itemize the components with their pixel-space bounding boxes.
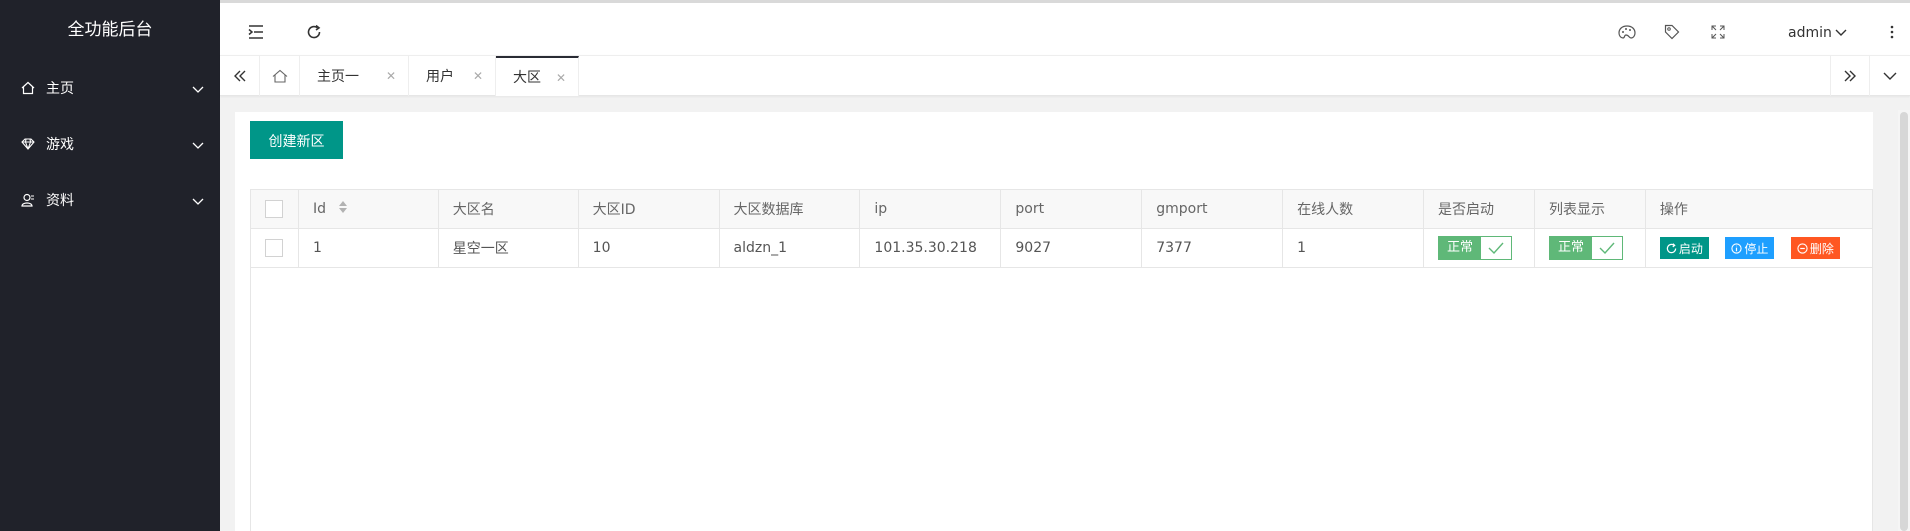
column-header-name: 大区名 (437, 189, 579, 229)
chevron-down-icon (192, 82, 204, 98)
top-header: admin (220, 0, 1910, 60)
tabs-bar: 主页一 ✕ 用户 ✕ 大区 ✕ (220, 55, 1910, 96)
display-switch[interactable]: 正常 (1548, 236, 1623, 260)
sidebar-item-data[interactable]: 资料 (0, 172, 220, 228)
user-name: admin (1788, 25, 1832, 41)
cell-zone-id: 10 (577, 228, 720, 268)
app-title: 全功能后台 (67, 20, 153, 40)
column-header-port: port (1000, 189, 1143, 229)
table-header-row: Id 大区名 大区ID 大区数据库 ip port gmport 在线人数 是否… (250, 189, 1874, 229)
close-icon[interactable]: ✕ (473, 69, 483, 83)
chevron-down-icon (192, 138, 204, 154)
info-icon (1731, 242, 1743, 254)
close-icon[interactable]: ✕ (556, 71, 566, 85)
minus-circle-icon (1797, 242, 1808, 254)
tab-label: 主页一 (317, 69, 359, 85)
close-icon[interactable]: ✕ (386, 69, 396, 83)
select-all-checkbox[interactable] (265, 200, 284, 218)
switch-label: 正常 (1549, 237, 1592, 259)
cell-enabled: 正常 (1422, 228, 1535, 268)
check-icon (1591, 237, 1622, 259)
check-icon (1481, 237, 1511, 259)
column-header-database: 大区数据库 (718, 189, 861, 229)
more-icon[interactable] (1880, 20, 1904, 44)
fullscreen-icon[interactable] (1706, 20, 1730, 44)
tab-user[interactable]: 用户 ✕ (409, 56, 496, 96)
sidebar-item-home[interactable]: 主页 (0, 60, 220, 116)
scrollbar-thumb[interactable] (1900, 112, 1908, 531)
tab-zone[interactable]: 大区 ✕ (496, 56, 579, 96)
column-header-ip: ip (859, 189, 1002, 229)
column-header-zone-id: 大区ID (577, 189, 720, 229)
delete-button[interactable]: 删除 (1790, 237, 1840, 259)
tabs-scroll-left-icon[interactable] (220, 56, 260, 96)
tab-label: 用户 (426, 69, 454, 85)
select-all-checkbox-cell (250, 189, 299, 229)
row-checkbox[interactable] (265, 239, 284, 257)
sidebar: 全功能后台 主页 游戏 资料 (0, 0, 220, 531)
cell-ip: 101.35.30.218 (859, 228, 1002, 268)
sidebar-item-label: 游戏 (46, 137, 74, 153)
chevron-down-icon (1835, 29, 1847, 37)
start-button[interactable]: 启动 (1659, 237, 1709, 259)
cell-port: 9027 (1000, 228, 1143, 268)
menu-fold-icon[interactable] (244, 20, 268, 44)
cell-display: 正常 (1533, 228, 1646, 268)
table-empty-area (250, 267, 1873, 531)
switch-label: 正常 (1438, 237, 1481, 259)
content-card: 创建新区 Id 大区名 大区ID 大区数据库 ip port gmport 在线… (235, 112, 1874, 531)
column-header-enabled: 是否启动 (1422, 189, 1535, 229)
refresh-icon[interactable] (302, 20, 326, 44)
diamond-icon (20, 136, 36, 152)
cell-database: aldzn_1 (718, 228, 861, 268)
tabs-dropdown-icon[interactable] (1870, 56, 1910, 96)
cell-online: 1 (1282, 228, 1424, 268)
tag-icon[interactable] (1660, 20, 1684, 44)
tab-main-page[interactable]: 主页一 ✕ (300, 56, 409, 96)
tabs-scroll-right-icon[interactable] (1830, 56, 1870, 96)
table-row: 1 星空一区 10 aldzn_1 101.35.30.218 9027 737… (250, 228, 1874, 268)
column-header-display: 列表显示 (1533, 189, 1646, 229)
cell-name: 星空一区 (437, 228, 579, 268)
user-menu[interactable]: admin (1788, 25, 1847, 41)
cell-id: 1 (297, 228, 439, 268)
theme-icon[interactable] (1615, 20, 1639, 44)
column-header-id[interactable]: Id (297, 189, 439, 229)
sidebar-item-game[interactable]: 游戏 (0, 116, 220, 172)
create-zone-button[interactable]: 创建新区 (250, 121, 343, 159)
home-icon (20, 80, 36, 96)
tab-label: 大区 (513, 70, 541, 86)
cell-gmport: 7377 (1141, 228, 1284, 268)
column-header-actions: 操作 (1644, 189, 1874, 229)
zone-table: Id 大区名 大区ID 大区数据库 ip port gmport 在线人数 是否… (250, 189, 1874, 268)
stop-button[interactable]: 停止 (1725, 237, 1775, 259)
column-header-gmport: gmport (1141, 189, 1284, 229)
user-icon (20, 192, 36, 208)
chevron-down-icon (192, 194, 204, 210)
sort-icon[interactable] (338, 201, 348, 217)
tab-home-icon[interactable] (260, 56, 300, 96)
sidebar-item-label: 主页 (46, 81, 74, 97)
row-checkbox-cell (250, 228, 299, 268)
column-header-online: 在线人数 (1282, 189, 1424, 229)
cell-actions: 启动 停止 删除 (1644, 228, 1874, 268)
refresh-icon (1666, 242, 1677, 253)
sidebar-item-label: 资料 (46, 193, 74, 209)
enabled-switch[interactable]: 正常 (1437, 236, 1512, 260)
